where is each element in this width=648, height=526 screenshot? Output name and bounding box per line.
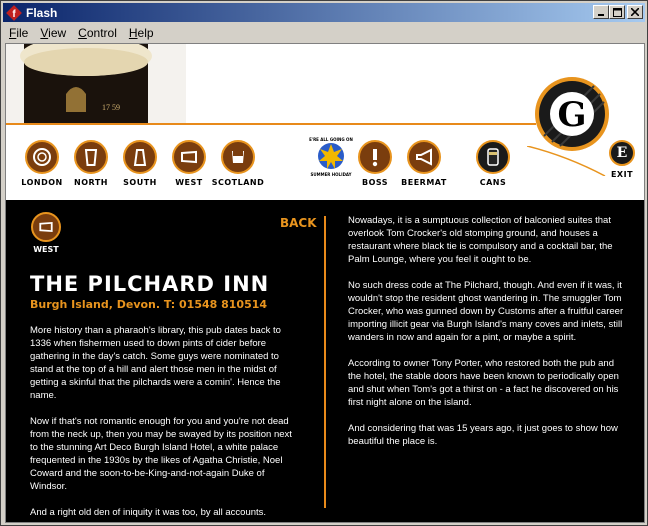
right-text-column: Nowadays, it is a sumptuous collection o… [348, 214, 624, 461]
section-badge: WEST [26, 212, 66, 254]
nav-north[interactable]: NORTH [63, 140, 119, 187]
column-divider [324, 216, 326, 508]
menu-view[interactable]: View [34, 26, 72, 40]
nav-beermat[interactable]: BEERMAT [396, 140, 452, 187]
content-panel: WEST BACK THE PILCHARD INN Burgh Island,… [6, 200, 644, 522]
tumbler-icon [221, 140, 255, 174]
paragraph: More history than a pharaoh's library, t… [30, 325, 281, 401]
can-icon [476, 140, 510, 174]
inverted-glass-icon [123, 140, 157, 174]
pint-icon [74, 140, 108, 174]
flash-app-icon: f [6, 4, 22, 21]
nav-london-label: LONDON [21, 178, 63, 187]
nav-scotland[interactable]: SCOTLAND [210, 140, 266, 187]
exit-button[interactable]: E EXIT [594, 140, 644, 179]
nav-scotland-label: SCOTLAND [211, 178, 265, 187]
maximize-button[interactable] [609, 5, 625, 19]
paragraph: Nowadays, it is a sumptuous collection o… [348, 215, 613, 265]
flash-window: f Flash File View Control Help 17 59 LON… [0, 0, 648, 526]
svg-text:G: G [557, 95, 586, 135]
menu-file[interactable]: File [3, 26, 34, 40]
nav-boss[interactable]: BOSS [347, 140, 403, 187]
menu-control[interactable]: Control [72, 26, 123, 40]
nav-west[interactable]: WEST [161, 140, 217, 187]
menu-help[interactable]: Help [123, 26, 160, 40]
back-button[interactable]: BACK [280, 216, 317, 230]
nav-beermat-label: BEERMAT [401, 178, 447, 187]
svg-text:17 59: 17 59 [102, 103, 120, 112]
minimize-button[interactable] [593, 5, 609, 19]
window-title: Flash [26, 5, 58, 20]
title-bar[interactable]: f Flash [3, 3, 645, 22]
nav-west-label: WEST [175, 178, 203, 187]
nav-london[interactable]: LONDON [14, 140, 70, 187]
exclamation-icon [358, 140, 392, 174]
left-text-column: More history than a pharaoh's library, t… [30, 324, 302, 522]
page-title: THE PILCHARD INN [30, 272, 270, 296]
menu-bar: File View Control Help [3, 23, 645, 42]
header-area: 17 59 LONDON NORTH SOUTH WEST SCOTLAND E… [6, 44, 644, 199]
nav-north-label: NORTH [74, 178, 108, 187]
paragraph: According to owner Tony Porter, who rest… [348, 358, 619, 408]
nav-boss-label: BOSS [361, 178, 389, 187]
tilted-glass-icon [172, 140, 206, 174]
close-button[interactable] [627, 5, 643, 19]
maximize-icon [612, 7, 622, 17]
nav-cans-label: CANS [479, 178, 507, 187]
exit-icon: E [609, 140, 635, 166]
tilted-glass-icon [31, 212, 61, 242]
paragraph: And considering that was 15 years ago, i… [348, 423, 618, 447]
section-label: WEST [33, 245, 59, 254]
nav-south-label: SOUTH [123, 178, 157, 187]
megaphone-icon [407, 140, 441, 174]
paragraph: Now if that's not romantic enough for yo… [30, 416, 292, 492]
pint-glass-image: 17 59 [6, 44, 186, 124]
minimize-icon [598, 14, 604, 16]
exit-label: EXIT [610, 170, 634, 179]
pub-address: Burgh Island, Devon. T: 01548 810514 [30, 298, 268, 311]
paragraph: No such dress code at The Pilchard, thou… [348, 280, 624, 343]
glass-icon [25, 140, 59, 174]
nav-cans[interactable]: CANS [465, 140, 521, 187]
header-divider-line [6, 123, 536, 125]
nav-south[interactable]: SOUTH [112, 140, 168, 187]
close-icon [631, 8, 639, 16]
flash-stage: 17 59 LONDON NORTH SOUTH WEST SCOTLAND E… [5, 43, 645, 523]
paragraph: And a right old den of iniquity it was t… [30, 507, 267, 518]
svg-text:SUMMER HOLIDAY: SUMMER HOLIDAY [310, 172, 351, 177]
